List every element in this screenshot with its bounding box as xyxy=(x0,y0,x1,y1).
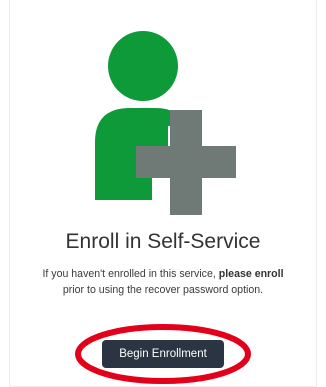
enroll-user-plus-icon xyxy=(95,31,236,215)
description-emphasis: please enroll xyxy=(218,268,284,280)
begin-enrollment-button[interactable]: Begin Enrollment xyxy=(102,340,224,368)
description-line-1: If you haven't enrolled in this service,… xyxy=(0,266,326,282)
description-text: If you haven't enrolled in this service, xyxy=(42,268,219,280)
user-head-icon xyxy=(108,31,178,101)
enrollment-description: If you haven't enrolled in this service,… xyxy=(0,266,326,298)
page-title: Enroll in Self-Service xyxy=(65,230,261,253)
description-line-2: prior to using the recover password opti… xyxy=(62,284,264,296)
